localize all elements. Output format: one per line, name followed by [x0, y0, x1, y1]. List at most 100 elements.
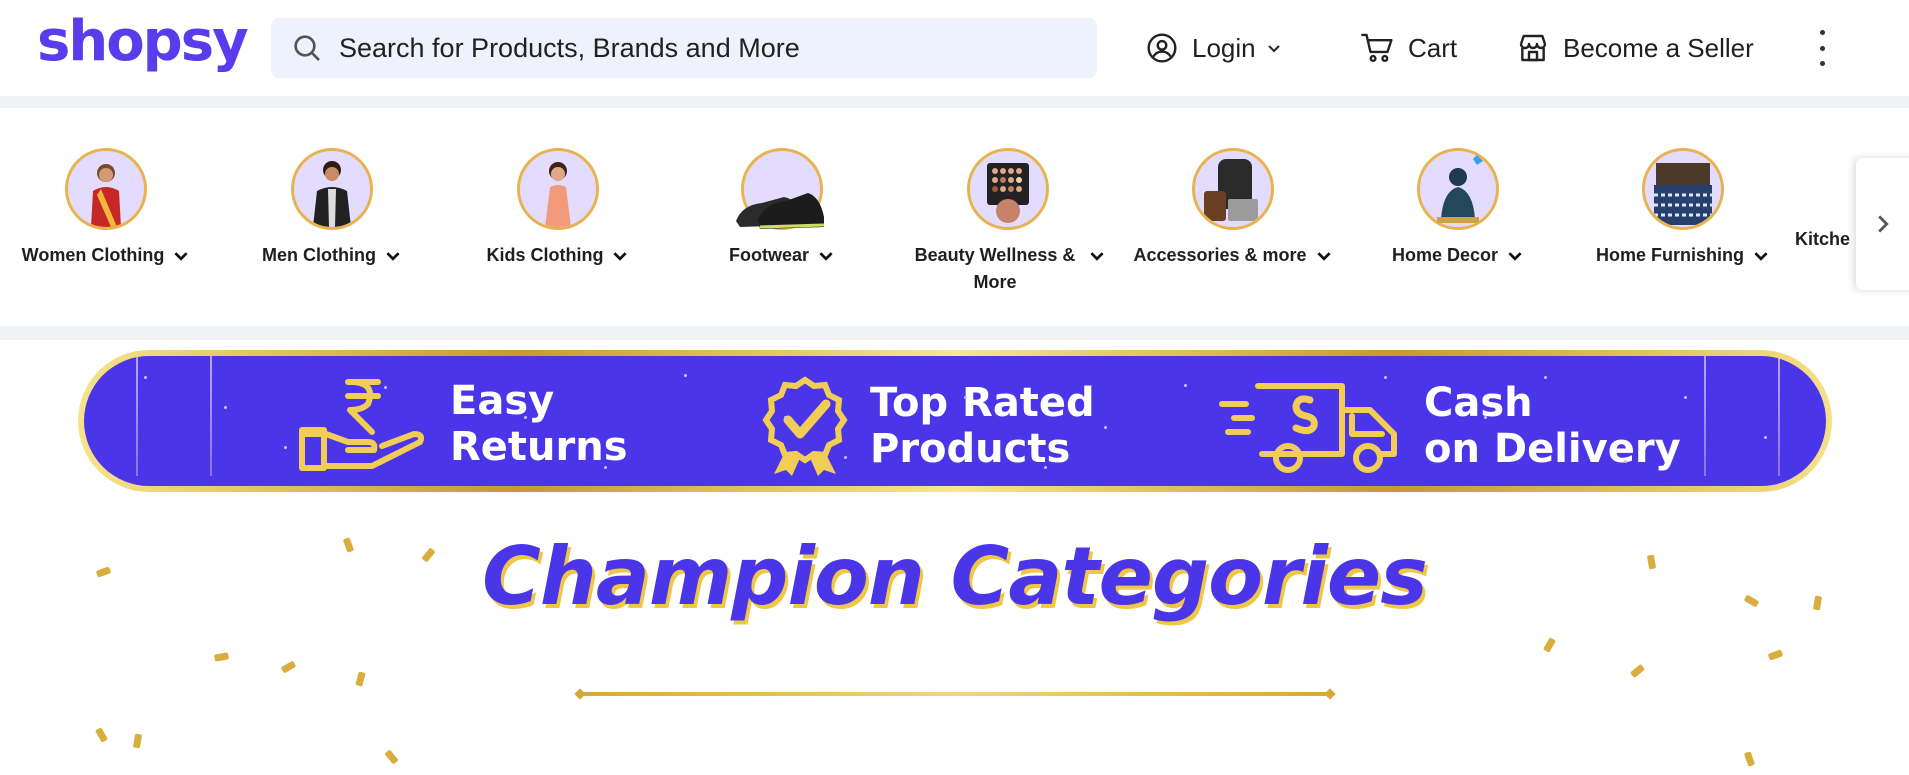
- category-label: Kitche: [1795, 229, 1851, 249]
- chevron-right-icon: [1878, 215, 1889, 233]
- category-women-clothing[interactable]: Women Clothing: [0, 148, 216, 269]
- confetti-decor: [94, 727, 109, 743]
- light-string-decor: [136, 356, 138, 476]
- underline-diamond: [1324, 688, 1336, 700]
- champion-categories-section: Champion Categories: [0, 530, 1909, 700]
- category-label: Footwear: [728, 245, 809, 265]
- sparkle-decor: [964, 396, 967, 399]
- home-furnishing-image: [1642, 148, 1724, 230]
- login-label: Login: [1192, 32, 1256, 63]
- sparkle-decor: [1104, 426, 1107, 429]
- sparkle-decor: [1264, 452, 1267, 455]
- category-kids-clothing[interactable]: Kids Clothing: [448, 148, 668, 269]
- confetti-decor: [213, 652, 230, 662]
- search-icon: [294, 35, 320, 61]
- sparkle-decor: [284, 446, 287, 449]
- feature-line1: Cash: [1424, 380, 1533, 426]
- confetti-decor: [1743, 751, 1756, 767]
- chevron-down-icon: [1267, 45, 1280, 53]
- login-button[interactable]: Login: [1146, 26, 1282, 70]
- category-footwear[interactable]: Footwear: [672, 148, 892, 269]
- sparkle-decor: [1484, 416, 1487, 419]
- section-title: Champion Categories: [482, 530, 1428, 623]
- feature-line1: Top Rated: [870, 380, 1095, 426]
- home-decor-image: [1417, 148, 1499, 230]
- sparkle-decor: [1044, 466, 1047, 469]
- carousel-next-button[interactable]: [1856, 158, 1909, 290]
- women-clothing-image: [65, 148, 147, 230]
- chevron-down-icon: [174, 252, 188, 261]
- category-home-furnishing[interactable]: Home Furnishing: [1573, 148, 1793, 269]
- sparkle-decor: [844, 456, 847, 459]
- accessories-image: [1192, 148, 1274, 230]
- sparkle-decor: [1544, 376, 1547, 379]
- chevron-down-icon: [1090, 252, 1104, 261]
- delivery-truck-icon: [1219, 383, 1397, 473]
- chevron-down-icon: [613, 252, 628, 261]
- confetti-decor: [280, 660, 297, 674]
- category-label: Beauty Wellness & More: [914, 245, 1076, 292]
- feature-cash-on-delivery: Cash on Delivery: [1218, 376, 1681, 476]
- chevron-down-icon: [386, 252, 400, 261]
- chevron-down-icon: [1508, 252, 1522, 261]
- kids-clothing-image: [517, 148, 599, 230]
- category-label: Home Decor: [1391, 245, 1499, 265]
- become-seller-button[interactable]: Become a Seller: [1517, 26, 1754, 70]
- rupee-hand-icon: [299, 379, 425, 471]
- footwear-image: [736, 148, 825, 230]
- badge-check-icon: [762, 376, 848, 476]
- feature-line2: Returns: [450, 424, 628, 470]
- confetti-decor: [1629, 663, 1646, 679]
- light-string-decor: [210, 356, 212, 476]
- category-beauty-wellness[interactable]: Beauty Wellness & More: [898, 148, 1118, 296]
- confetti-decor: [132, 733, 143, 749]
- top-header: shopsy Login Cart Become a Seller: [0, 0, 1909, 108]
- chevron-down-icon: [1316, 252, 1331, 261]
- confetti-decor: [355, 671, 366, 687]
- category-men-clothing[interactable]: Men Clothing: [222, 148, 442, 269]
- sparkle-decor: [1384, 376, 1387, 379]
- light-string-decor: [1704, 356, 1706, 476]
- seller-label: Become a Seller: [1563, 32, 1754, 63]
- search-bar[interactable]: [271, 18, 1097, 78]
- sparkle-decor: [524, 416, 527, 419]
- sparkle-decor: [784, 416, 787, 419]
- men-clothing-image: [291, 148, 373, 230]
- sparkle-decor: [1764, 436, 1767, 439]
- title-underline: [578, 692, 1330, 696]
- cart-button[interactable]: Cart: [1360, 26, 1457, 70]
- more-options-icon[interactable]: [1812, 30, 1832, 66]
- sparkle-decor: [604, 466, 607, 469]
- sparkle-decor: [1184, 384, 1187, 387]
- feature-line2: Products: [870, 426, 1071, 472]
- feature-line2: on Delivery: [1424, 426, 1681, 472]
- cart-label: Cart: [1408, 32, 1458, 63]
- category-label: Home Furnishing: [1596, 245, 1744, 265]
- trust-banner-inner: Easy Returns Top Rated Products Cash on Del…: [84, 356, 1826, 486]
- sparkle-decor: [384, 386, 387, 389]
- category-accessories[interactable]: Accessories & more: [1123, 148, 1343, 269]
- feature-top-rated: Top Rated Products: [762, 376, 1095, 476]
- chevron-down-icon: [819, 252, 833, 261]
- confetti-decor: [1767, 649, 1784, 661]
- light-string-decor: [1778, 356, 1780, 476]
- sparkle-decor: [224, 406, 227, 409]
- search-input[interactable]: [337, 31, 1061, 65]
- feature-easy-returns: Easy Returns: [298, 376, 628, 472]
- category-label: Accessories & more: [1133, 245, 1307, 265]
- confetti-decor: [384, 749, 399, 765]
- category-home-decor[interactable]: Home Decor: [1348, 148, 1568, 269]
- chevron-down-icon: [1754, 252, 1768, 261]
- shopsy-logo[interactable]: shopsy: [37, 14, 249, 70]
- underline-diamond: [574, 688, 586, 700]
- store-icon: [1519, 34, 1547, 62]
- feature-line1: Easy: [450, 378, 555, 424]
- confetti-decor: [1542, 637, 1557, 653]
- sparkle-decor: [1684, 396, 1687, 399]
- trust-banner: Easy Returns Top Rated Products Cash on Del…: [78, 350, 1832, 492]
- category-label: Kids Clothing: [486, 245, 604, 265]
- cart-icon: [1361, 33, 1393, 62]
- user-circle-icon: [1147, 33, 1177, 63]
- category-label: Men Clothing: [262, 245, 376, 265]
- beauty-image: [967, 148, 1049, 230]
